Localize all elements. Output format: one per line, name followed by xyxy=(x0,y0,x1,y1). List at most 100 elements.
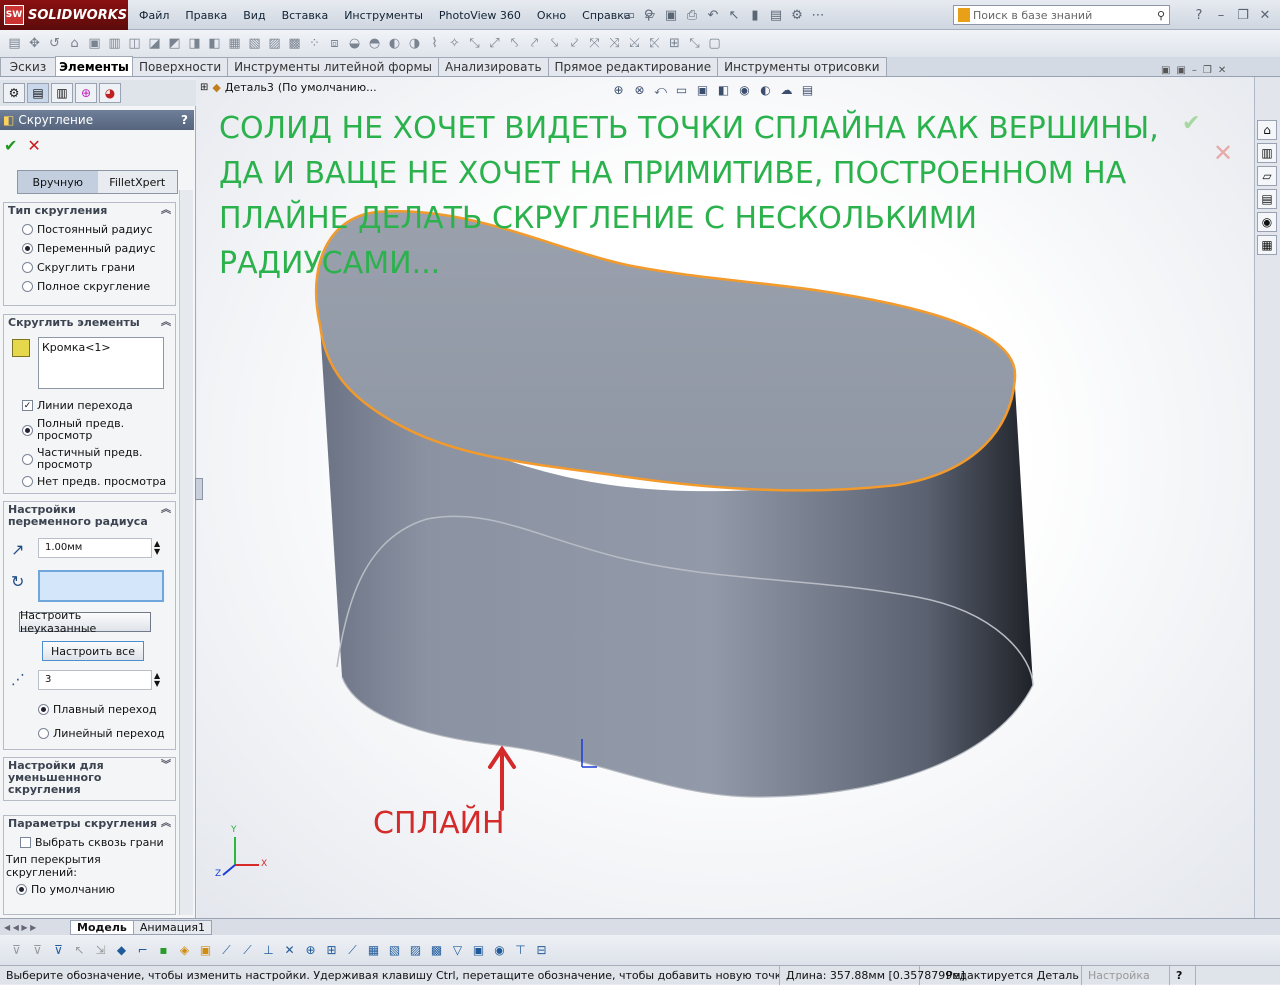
instances-spinner-icon[interactable]: ▲ ▼ xyxy=(154,672,160,688)
filter-dowel-icon[interactable]: ⊟ xyxy=(533,942,550,959)
close-icon[interactable]: ✕ xyxy=(1256,6,1274,24)
print-icon[interactable]: ⎙ xyxy=(683,6,701,24)
radio-partial-preview[interactable]: Частичный предв. просмотр xyxy=(4,445,147,473)
radio-face-fillet[interactable]: Скруглить грани xyxy=(4,258,175,277)
tangent-propagation-checkbox[interactable]: ✓ Линии перехода xyxy=(4,396,133,415)
radio-icon[interactable] xyxy=(22,424,33,436)
tab-evaluate[interactable]: Анализировать xyxy=(438,57,549,76)
filter-notes-icon[interactable]: ▩ xyxy=(428,942,445,959)
ok-check-icon[interactable]: ✔ xyxy=(4,136,17,155)
arrow-icon[interactable]: ⤡ xyxy=(686,35,703,52)
collapse-icon[interactable]: ︽ xyxy=(161,317,171,329)
filter-sketch-segments-icon[interactable]: ✕ xyxy=(281,942,298,959)
radio-variable-radius[interactable]: Переменный радиус xyxy=(4,239,175,258)
sweep-icon[interactable]: ↺ xyxy=(46,35,63,52)
chamfer-icon[interactable]: ▦ xyxy=(226,35,243,52)
shell-icon[interactable]: ▨ xyxy=(266,35,283,52)
minimize-icon[interactable]: – xyxy=(1212,6,1230,24)
pointer-icon[interactable]: ↖ xyxy=(71,942,88,959)
tab-manual[interactable]: Вручную xyxy=(18,171,98,193)
menu-file[interactable]: Файл xyxy=(132,9,176,22)
curves-icon[interactable]: ⌇ xyxy=(426,35,443,52)
tab-sketch[interactable]: Эскиз xyxy=(0,57,56,76)
display-style-icon[interactable]: ◧ xyxy=(715,82,732,98)
menu-view[interactable]: Вид xyxy=(236,9,272,22)
doc-close-icon[interactable]: ✕ xyxy=(1218,65,1226,76)
filter-datum-icon[interactable]: ◉ xyxy=(491,942,508,959)
radio-full-preview[interactable]: Полный предв. просмотр xyxy=(4,416,147,444)
expand-icon[interactable]: ⊞ xyxy=(200,82,208,93)
revolve-cut-icon[interactable]: ◪ xyxy=(146,35,163,52)
menu-window[interactable]: Окно xyxy=(530,9,573,22)
more-icon[interactable]: ⋯ xyxy=(809,6,827,24)
filter-edges-icon[interactable]: ⌐ xyxy=(134,942,151,959)
help-icon[interactable]: ? xyxy=(181,113,188,127)
vertex-list[interactable] xyxy=(38,570,164,602)
radio-icon[interactable] xyxy=(22,243,33,254)
delete-face-icon[interactable]: ⤢ xyxy=(486,35,503,52)
reference-geometry-icon[interactable]: ◑ xyxy=(406,35,423,52)
tab-mold-tools[interactable]: Инструменты литейной формы xyxy=(227,57,440,76)
filter-surface-finish-icon[interactable]: ▧ xyxy=(386,942,403,959)
options-icon[interactable]: ⚙ xyxy=(788,6,806,24)
combine-icon[interactable]: ⤤ xyxy=(526,35,543,52)
view-settings-icon[interactable]: ▤ xyxy=(799,82,816,98)
set-all-button[interactable]: Настроить все xyxy=(42,641,144,661)
revolve-icon[interactable]: ✥ xyxy=(26,35,43,52)
radio-icon[interactable] xyxy=(22,281,33,292)
help-icon[interactable]: ? xyxy=(1190,6,1208,24)
collapse-icon[interactable]: ︽ xyxy=(161,205,171,217)
panel-splitter-handle[interactable] xyxy=(195,478,203,500)
edges-list[interactable]: Кромка<1> xyxy=(38,337,164,389)
radio-smooth-transition[interactable]: Плавный переход xyxy=(20,700,157,719)
filter-faces-icon[interactable]: ▪ xyxy=(155,942,172,959)
instances-input[interactable]: 3 xyxy=(38,670,152,690)
view-palette-icon[interactable]: ▤ xyxy=(1257,189,1277,209)
swept-cut-icon[interactable]: ◩ xyxy=(166,35,183,52)
solidworks-logo[interactable]: SW SOLIDWORKS xyxy=(0,0,128,30)
filter-toggle-icon[interactable]: ⊽ xyxy=(8,942,25,959)
filter-select-icon[interactable]: ⇲ xyxy=(92,942,109,959)
menu-edit[interactable]: Правка xyxy=(178,9,234,22)
collapse-icon[interactable]: ︽ xyxy=(161,818,171,830)
section-header[interactable]: Настройки для уменьшенного скругления ︾ xyxy=(4,758,175,800)
confirm-check-icon[interactable]: ✔ xyxy=(1182,111,1200,136)
deform-icon[interactable]: ⤨ xyxy=(606,35,623,52)
extrude-icon[interactable]: ▤ xyxy=(6,35,23,52)
filter-all-icon[interactable]: ⊽ xyxy=(50,942,67,959)
filter-center-marks-icon[interactable]: ⊞ xyxy=(323,942,340,959)
tab-model[interactable]: Модель xyxy=(70,919,134,935)
indent-icon[interactable]: ⤥ xyxy=(546,35,563,52)
filter-centerline-icon[interactable]: ⟋ xyxy=(344,942,361,959)
checkbox-icon[interactable]: ✓ xyxy=(22,400,33,411)
filter-cosmetic-thread-icon[interactable]: ⊤ xyxy=(512,942,529,959)
rib-icon[interactable]: ▧ xyxy=(246,35,263,52)
design-library-icon[interactable]: ▥ xyxy=(1257,143,1277,163)
tab-surfaces[interactable]: Поверхности xyxy=(132,57,229,76)
radio-icon[interactable] xyxy=(22,224,33,235)
restore-icon[interactable]: ❐ xyxy=(1234,6,1252,24)
radio-icon[interactable] xyxy=(22,476,33,487)
menu-tools[interactable]: Инструменты xyxy=(337,9,430,22)
tab-scroll-arrows[interactable]: ◀ ◀ ▶ ▶ xyxy=(0,923,70,932)
doc-restore-icon[interactable]: ❐ xyxy=(1203,65,1212,76)
instant3d-icon[interactable]: ✧ xyxy=(446,35,463,52)
radio-icon[interactable] xyxy=(16,884,27,895)
split-line-icon[interactable]: ⤣ xyxy=(506,35,523,52)
select-icon[interactable]: ↖ xyxy=(725,6,743,24)
scene-icon[interactable]: ☁ xyxy=(778,82,795,98)
collapse-icon[interactable]: ︽ xyxy=(161,504,171,516)
tile-icon[interactable]: ▣ xyxy=(1161,65,1170,76)
filter-gtol-icon[interactable]: ▨ xyxy=(407,942,424,959)
dimxpert-icon[interactable]: ⊕ xyxy=(75,83,97,103)
search-icon[interactable]: ⚲ xyxy=(1157,9,1165,22)
grid-icon[interactable]: ⊞ xyxy=(666,35,683,52)
view-orientation-icon[interactable]: ▣ xyxy=(694,82,711,98)
filter-axes-icon[interactable]: ⟋ xyxy=(218,942,235,959)
feature-manager-icon[interactable]: ⚙ xyxy=(3,83,25,103)
zoom-fit-icon[interactable]: ⊕ xyxy=(610,82,627,98)
menu-photoview[interactable]: PhotoView 360 xyxy=(432,9,528,22)
section-header[interactable]: Скруглить элементы ︽ xyxy=(4,315,175,332)
status-settings[interactable]: Настройка xyxy=(1082,965,1170,985)
expand-icon[interactable]: ︾ xyxy=(161,760,171,772)
